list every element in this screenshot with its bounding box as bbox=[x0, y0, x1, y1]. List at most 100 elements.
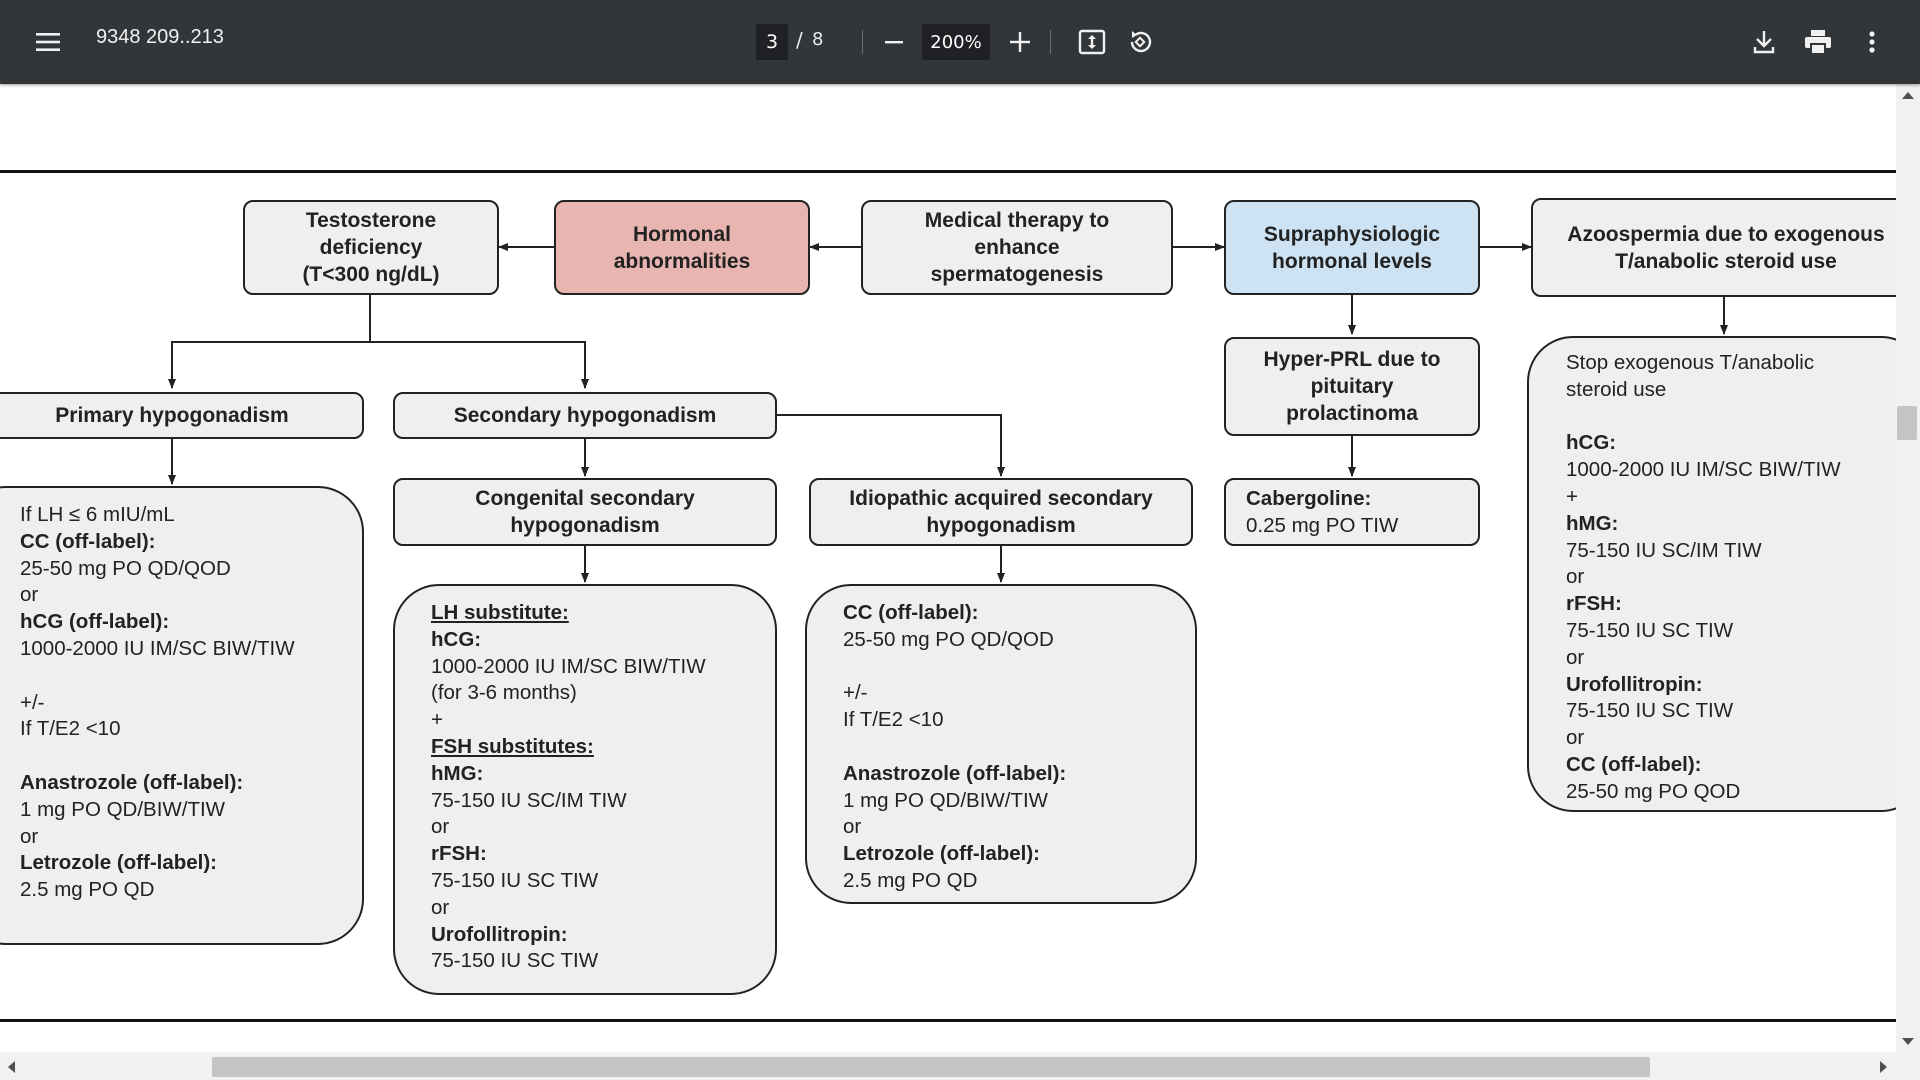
panel-line: or bbox=[843, 815, 862, 839]
node-azoospermia: Azoospermia due to exogenous T/anabolic … bbox=[1531, 198, 1896, 297]
panel-line: or bbox=[20, 583, 39, 607]
panel-idiopathic-treatment: CC (off-label): 25-50 mg PO QD/QOD +/- If T… bbox=[805, 584, 1197, 904]
more-vert-icon bbox=[1869, 31, 1875, 53]
panel-line: 75-150 IU SC/IM TIW bbox=[1566, 538, 1762, 562]
edge-testosterone-split bbox=[168, 294, 371, 389]
node-line: hypogonadism bbox=[510, 514, 660, 537]
vertical-scrollbar[interactable] bbox=[1896, 84, 1920, 1052]
panel-line: 2.5 mg PO QD bbox=[843, 868, 978, 892]
panel-line: hMG: bbox=[431, 761, 484, 785]
pdf-toolbar: 9348 209..213 3 / 8 200% bbox=[0, 0, 1920, 84]
panel-line: +/- bbox=[20, 690, 45, 714]
node-supraphysiologic: Supraphysiologic hormonal levels bbox=[1224, 200, 1480, 295]
scroll-up-arrow-icon[interactable] bbox=[1902, 92, 1914, 99]
scroll-right-arrow-icon[interactable] bbox=[1880, 1061, 1887, 1073]
page-total: 8 bbox=[812, 29, 824, 50]
panel-line: 25-50 mg PO QOD bbox=[1566, 779, 1741, 803]
menu-button[interactable] bbox=[28, 22, 68, 62]
print-button[interactable] bbox=[1798, 22, 1838, 62]
node-line: Medical therapy to bbox=[924, 209, 1110, 232]
menu-icon bbox=[36, 33, 60, 51]
cabergoline-dose: 0.25 mg PO TIW bbox=[1246, 514, 1399, 537]
panel-line: 1000-2000 IU IM/SC BIW/TIW bbox=[20, 636, 295, 660]
panel-line: 75-150 IU SC/IM TIW bbox=[431, 788, 627, 812]
panel-line: 1 mg PO QD/BIW/TIW bbox=[843, 788, 1049, 812]
panel-line: 75-150 IU SC TIW bbox=[1566, 699, 1734, 723]
more-options-button[interactable] bbox=[1852, 22, 1892, 62]
print-icon bbox=[1805, 30, 1831, 55]
node-line: hypogonadism bbox=[926, 514, 1076, 537]
vertical-scrollbar-thumb[interactable] bbox=[1897, 406, 1917, 440]
rotate-icon bbox=[1130, 31, 1152, 53]
panel-line: hCG (off-label): bbox=[20, 610, 170, 634]
panel-spacer bbox=[843, 734, 1177, 761]
node-line: Idiopathic acquired secondary bbox=[849, 487, 1153, 510]
node-line: Hyper-PRL due to bbox=[1263, 348, 1441, 371]
panel-line: or bbox=[431, 895, 450, 919]
node-line: pituitary bbox=[1310, 375, 1394, 398]
plus-icon bbox=[1010, 32, 1030, 52]
zoom-out-button[interactable] bbox=[876, 22, 912, 62]
rotate-button[interactable] bbox=[1120, 22, 1160, 62]
panel-line: 1000-2000 IU IM/SC BIW/TIW bbox=[1566, 458, 1841, 482]
node-line: abnormalities bbox=[613, 249, 751, 273]
panel-line: CC (off-label): bbox=[20, 529, 156, 553]
panel-line: Letrozole (off-label): bbox=[843, 842, 1041, 866]
panel-line: If T/E2 <10 bbox=[843, 708, 944, 732]
node-line: Congenital secondary bbox=[475, 487, 695, 510]
page-separator: / bbox=[796, 28, 803, 52]
scroll-left-arrow-icon[interactable] bbox=[8, 1061, 15, 1073]
node-line: Hormonal bbox=[632, 222, 731, 246]
panel-line: or bbox=[431, 815, 450, 839]
node-line: deficiency bbox=[319, 236, 423, 259]
scroll-down-arrow-icon[interactable] bbox=[1902, 1038, 1914, 1045]
fit-to-page-button[interactable] bbox=[1072, 22, 1112, 62]
node-hormonal-abnormalities: Hormonal abnormalities bbox=[554, 200, 810, 295]
panel-line: LH substitute: bbox=[431, 601, 569, 624]
node-line: (T<300 ng/dL) bbox=[302, 263, 440, 286]
node-medical-therapy: Medical therapy to enhance spermatogenes… bbox=[861, 200, 1173, 295]
panel-line: Anastrozole (off-label): bbox=[843, 761, 1067, 785]
document-title: 9348 209..213 bbox=[96, 26, 224, 48]
panel-line: Stop exogenous T/anabolic bbox=[1566, 351, 1815, 374]
download-button[interactable] bbox=[1744, 22, 1784, 62]
panel-spacer bbox=[20, 663, 344, 690]
horizontal-scrollbar-thumb[interactable] bbox=[212, 1057, 1650, 1077]
panel-line: 25-50 mg PO QD/QOD bbox=[20, 556, 231, 580]
toolbar-divider bbox=[862, 30, 863, 54]
panel-spacer bbox=[843, 654, 1177, 681]
panel-line: Anastrozole (off-label): bbox=[20, 770, 244, 794]
toolbar-divider bbox=[1050, 30, 1051, 54]
panel-primary-treatment: If LH ≤ 6 mIU/mL CC (off-label): 25-50 mg … bbox=[0, 486, 364, 945]
node-line: hormonal levels bbox=[1272, 249, 1432, 273]
panel-line: or bbox=[1566, 726, 1585, 750]
panel-line: Urofollitropin: bbox=[431, 922, 568, 946]
cabergoline-drug: Cabergoline: bbox=[1246, 487, 1372, 510]
node-line: enhance bbox=[974, 236, 1060, 259]
zoom-in-button[interactable] bbox=[1000, 22, 1040, 62]
panel-azoospermia-treatment: Stop exogenous T/anabolic steroid use hCG:… bbox=[1527, 336, 1896, 812]
document-viewport[interactable]: Testosterone deficiency (T<300 ng/dL) Ho… bbox=[0, 84, 1896, 1052]
panel-line: + bbox=[1566, 484, 1578, 508]
node-hyper-prl: Hyper-PRL due to pituitary prolactinoma bbox=[1224, 337, 1480, 436]
download-icon bbox=[1753, 31, 1775, 54]
panel-line: steroid use bbox=[1566, 377, 1667, 401]
node-line: spermatogenesis bbox=[930, 263, 1104, 286]
panel-line: Urofollitropin: bbox=[1566, 672, 1703, 696]
minus-icon bbox=[885, 41, 903, 44]
panel-line: Letrozole (off-label): bbox=[20, 851, 218, 875]
panel-line: 75-150 IU SC TIW bbox=[431, 868, 599, 892]
page-number-input[interactable]: 3 bbox=[756, 24, 788, 60]
panel-line: or bbox=[1566, 565, 1585, 589]
panel-line: +/- bbox=[843, 681, 868, 705]
panel-line: 2.5 mg PO QD bbox=[20, 878, 155, 902]
edge-testosterone-to-secondary bbox=[370, 341, 589, 389]
panel-line: 75-150 IU SC TIW bbox=[431, 949, 599, 973]
panel-line: (for 3-6 months) bbox=[431, 681, 577, 705]
edge-secondary-to-idiopathic bbox=[776, 414, 1005, 477]
node-primary-hypogonadism: Primary hypogonadism bbox=[0, 392, 364, 439]
node-line: T/anabolic steroid use bbox=[1615, 249, 1837, 273]
node-cabergoline: Cabergoline: 0.25 mg PO TIW bbox=[1224, 478, 1480, 546]
zoom-level-input[interactable]: 200% bbox=[922, 24, 990, 60]
panel-line: or bbox=[20, 824, 39, 848]
